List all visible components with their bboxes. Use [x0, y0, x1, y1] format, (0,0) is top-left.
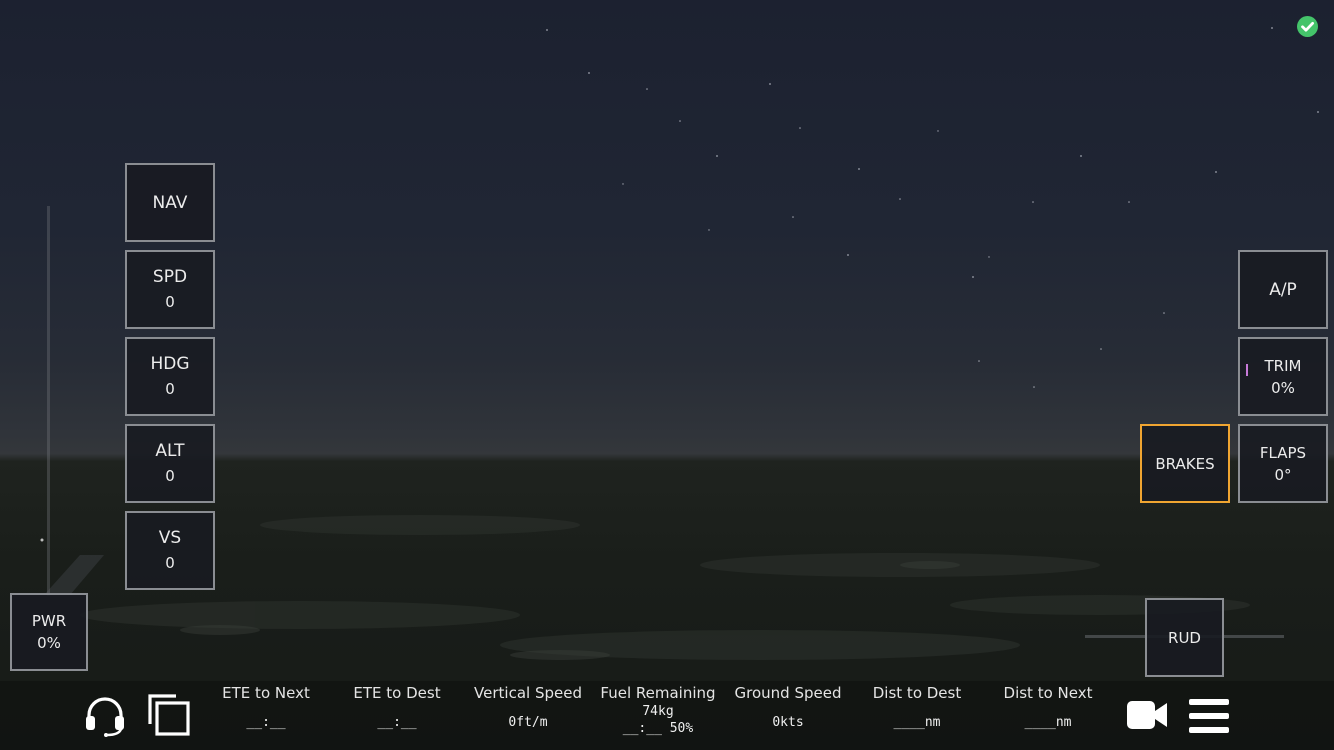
fuel-remaining-label: Fuel Remaining: [600, 684, 716, 702]
power-button[interactable]: PWR 0%: [10, 593, 88, 671]
power-value: 0%: [37, 634, 61, 652]
ground-speed-label: Ground Speed: [734, 684, 842, 702]
speed-value: 0: [165, 293, 175, 311]
trim-label: TRIM: [1264, 356, 1302, 375]
rudder-label: RUD: [1168, 628, 1201, 647]
power-label: PWR: [31, 612, 67, 630]
dist-dest-label: Dist to Dest: [872, 684, 962, 702]
vertical-speed-label: VS: [158, 528, 182, 548]
copy-icon[interactable]: [146, 692, 192, 738]
trim-button[interactable]: TRIM 0%: [1238, 337, 1328, 416]
autopilot-label: A/P: [1269, 279, 1297, 300]
fuel-remaining-stat: Fuel Remaining 74kg __:__ 50%: [593, 684, 723, 737]
vertical-speed-stat-value: 0ft/m: [508, 715, 548, 730]
hamburger-menu-icon[interactable]: [1189, 697, 1230, 735]
ete-next-stat: ETE to Next __:__: [201, 684, 331, 732]
dist-next-stat: Dist to Next ____nm: [983, 684, 1113, 732]
vertical-speed-button[interactable]: VS 0: [125, 511, 215, 590]
speed-label: SPD: [152, 267, 188, 287]
trim-value: 0%: [1271, 378, 1295, 397]
brakes-label: BRAKES: [1155, 454, 1215, 473]
speed-button[interactable]: SPD 0: [125, 250, 215, 329]
nav-label: NAV: [152, 192, 188, 213]
fuel-remaining-value: 74kg: [642, 704, 674, 719]
ground-speed-stat: Ground Speed 0kts: [723, 684, 853, 732]
ete-next-label: ETE to Next: [222, 684, 310, 702]
check-circle-icon[interactable]: [1297, 16, 1318, 37]
dist-next-label: Dist to Next: [1003, 684, 1093, 702]
vertical-speed-stat: Vertical Speed 0ft/m: [463, 684, 593, 732]
ete-next-value: __:__: [246, 715, 286, 730]
video-camera-icon[interactable]: [1126, 698, 1168, 732]
heading-value: 0: [165, 380, 175, 398]
heading-button[interactable]: HDG 0: [125, 337, 215, 416]
nav-button[interactable]: NAV: [125, 163, 215, 242]
dist-next-value: ____nm: [1024, 715, 1072, 730]
flaps-label: FLAPS: [1259, 443, 1307, 462]
dist-dest-value: ____nm: [893, 715, 941, 730]
throttle-slider-track[interactable]: [47, 206, 50, 596]
dist-dest-stat: Dist to Dest ____nm: [852, 684, 982, 732]
fuel-remaining-time: __:__ 50%: [622, 721, 694, 736]
rudder-button[interactable]: RUD: [1145, 598, 1224, 677]
heading-label: HDG: [150, 354, 190, 374]
altitude-label: ALT: [155, 441, 185, 461]
trim-indicator: [1246, 364, 1248, 376]
headset-icon[interactable]: [83, 693, 127, 737]
ground-speed-value: 0kts: [772, 715, 804, 730]
ete-dest-value: __:__: [377, 715, 417, 730]
autopilot-button[interactable]: A/P: [1238, 250, 1328, 329]
altitude-value: 0: [165, 467, 175, 485]
ground-light: [40, 538, 44, 542]
ete-dest-label: ETE to Dest: [353, 684, 441, 702]
runway-marking: [44, 555, 104, 595]
vertical-speed-stat-label: Vertical Speed: [474, 684, 582, 702]
altitude-button[interactable]: ALT 0: [125, 424, 215, 503]
vertical-speed-value: 0: [165, 554, 175, 572]
flaps-button[interactable]: FLAPS 0°: [1238, 424, 1328, 503]
ete-dest-stat: ETE to Dest __:__: [332, 684, 462, 732]
flaps-value: 0°: [1274, 465, 1292, 484]
brakes-button[interactable]: BRAKES: [1140, 424, 1230, 503]
